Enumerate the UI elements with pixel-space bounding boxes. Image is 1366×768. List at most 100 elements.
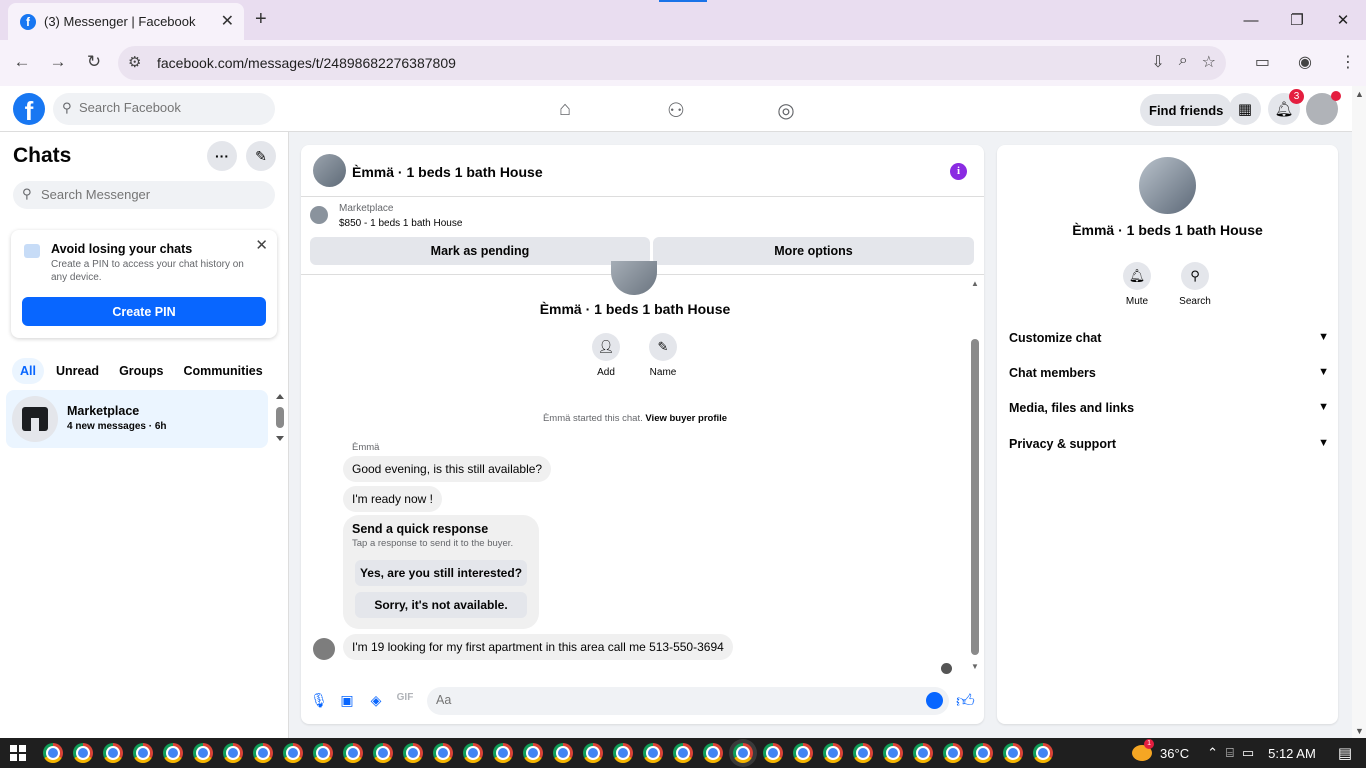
conversation-title[interactable]: Èmmä · 1 beds 1 bath House (352, 164, 543, 180)
chrome-app-icon[interactable] (193, 743, 213, 763)
minimize-icon[interactable]: — (1228, 0, 1274, 40)
filter-all[interactable]: All (12, 358, 44, 384)
new-tab-icon[interactable]: + (255, 8, 267, 31)
facebook-logo-icon[interactable]: f (13, 93, 45, 126)
info-icon[interactable]: i (950, 163, 967, 180)
chrome-app-icon[interactable] (793, 743, 813, 763)
conversation-row-marketplace[interactable]: Marketplace 4 new messages · 6h (6, 390, 268, 448)
close-window-icon[interactable]: ✕ (1320, 0, 1366, 40)
message-input[interactable] (436, 693, 916, 707)
bookmark-star-icon[interactable]: ☆ (1202, 52, 1216, 72)
chrome-app-icon[interactable] (103, 743, 123, 763)
zoom-icon[interactable]: ⌕ (1179, 52, 1188, 72)
filter-groups[interactable]: Groups (111, 358, 171, 384)
close-tab-icon[interactable]: ✕ (221, 11, 234, 31)
chrome-app-icon[interactable] (73, 743, 93, 763)
profile-icon[interactable]: ◉ (1298, 52, 1312, 72)
facebook-search[interactable]: ⚲ (53, 93, 275, 125)
contact-avatar[interactable] (313, 154, 346, 187)
install-app-icon[interactable]: ⇩ (1151, 52, 1164, 72)
new-message-icon[interactable]: ✎ (246, 141, 276, 171)
gif-icon[interactable]: GIF (396, 692, 414, 710)
notification-center-icon[interactable]: ▤ (1338, 744, 1352, 762)
chrome-app-icon[interactable] (1003, 743, 1023, 763)
chrome-app-icon[interactable] (853, 743, 873, 763)
scrollbar-thumb[interactable] (971, 339, 979, 655)
chrome-app-icon[interactable] (613, 743, 633, 763)
scroll-down-icon[interactable]: ▼ (970, 662, 980, 671)
chrome-app-icon[interactable] (283, 743, 303, 763)
temperature[interactable]: 36°C (1160, 746, 1189, 761)
facebook-search-input[interactable] (79, 100, 259, 115)
mute-action[interactable]: 🔔︎ Mute (1112, 262, 1162, 307)
close-icon[interactable]: ✕ (255, 236, 268, 254)
chat-list-scrollbar[interactable] (275, 394, 285, 444)
reload-icon[interactable]: ↻ (82, 52, 106, 72)
chrome-app-icon[interactable] (43, 743, 63, 763)
chrome-app-icon-active[interactable] (733, 743, 753, 763)
scroll-up-icon[interactable]: ▲ (970, 279, 980, 288)
chrome-app-icon[interactable] (163, 743, 183, 763)
browser-menu-icon[interactable]: ⋮ (1340, 52, 1356, 72)
view-buyer-profile-link[interactable]: View buyer profile (645, 413, 727, 424)
name-chat-action[interactable]: ✎ Name (638, 333, 688, 378)
chrome-app-icon[interactable] (433, 743, 453, 763)
chrome-app-icon[interactable] (403, 743, 423, 763)
chrome-app-icon[interactable] (343, 743, 363, 763)
sticker-icon[interactable]: ◈ (367, 692, 385, 710)
url-text[interactable]: facebook.com/messages/t/2489868227638780… (157, 55, 456, 71)
chrome-app-icon[interactable] (373, 743, 393, 763)
more-options-button[interactable]: More options (653, 237, 974, 265)
microphone-icon[interactable]: 🎙︎ (310, 692, 328, 710)
more-options-icon[interactable]: ··· (207, 141, 237, 171)
display-icon[interactable]: ▭ (1242, 745, 1254, 761)
chrome-app-icon[interactable] (553, 743, 573, 763)
privacy-support-section[interactable]: Privacy & support ▼ (1009, 437, 1329, 459)
page-scrollbar[interactable]: ▲ ▼ (1352, 86, 1366, 738)
chrome-app-icon[interactable] (523, 743, 543, 763)
chrome-app-icon[interactable] (913, 743, 933, 763)
browser-tab[interactable]: f (3) Messenger | Facebook ✕ (8, 3, 244, 40)
add-people-action[interactable]: 👤︎ Add (581, 333, 631, 378)
sender-avatar[interactable] (313, 638, 335, 660)
menu-grid-icon[interactable]: ▦ (1229, 93, 1261, 125)
chrome-app-icon[interactable] (313, 743, 333, 763)
chrome-app-icon[interactable] (253, 743, 273, 763)
chrome-app-icon[interactable] (823, 743, 843, 763)
mark-as-pending-button[interactable]: Mark as pending (310, 237, 650, 265)
filter-unread[interactable]: Unread (48, 358, 107, 384)
chrome-app-icon[interactable] (223, 743, 243, 763)
clock[interactable]: 5:12 AM (1268, 746, 1316, 761)
chrome-app-icon[interactable] (673, 743, 693, 763)
chrome-app-icon[interactable] (703, 743, 723, 763)
windows-start-icon[interactable] (10, 745, 26, 761)
chrome-app-icon[interactable] (883, 743, 903, 763)
weather-icon[interactable]: 1 (1132, 739, 1155, 761)
create-pin-button[interactable]: Create PIN (22, 297, 266, 326)
restore-icon[interactable]: ❐ (1274, 0, 1320, 40)
filter-communities[interactable]: Communities (176, 358, 271, 384)
chrome-app-icon[interactable] (763, 743, 783, 763)
home-icon[interactable]: ⌂ (553, 98, 577, 122)
scroll-up-icon[interactable]: ▲ (1355, 89, 1364, 99)
messenger-search-input[interactable] (41, 187, 261, 202)
thread-scrollbar[interactable]: ▲ ▼ (970, 279, 980, 671)
chrome-app-icon[interactable] (973, 743, 993, 763)
chrome-app-icon[interactable] (463, 743, 483, 763)
quick-response-option[interactable]: Sorry, it's not available. (355, 592, 527, 618)
details-avatar[interactable] (1139, 157, 1196, 214)
chrome-app-icon[interactable] (133, 743, 153, 763)
site-info-icon[interactable]: ⚙ (128, 53, 141, 71)
chrome-app-icon[interactable] (943, 743, 963, 763)
message-input-box[interactable] (427, 687, 949, 715)
find-friends-button[interactable]: Find friends (1140, 94, 1233, 126)
groups-icon[interactable]: ◎ (774, 98, 798, 122)
chrome-app-icon[interactable] (1033, 743, 1053, 763)
omnibox[interactable]: ⚙ facebook.com/messages/t/24898682276387… (118, 46, 1226, 80)
scroll-down-icon[interactable]: ▼ (1355, 726, 1364, 736)
media-files-links-section[interactable]: Media, files and links ▼ (1009, 401, 1329, 423)
account-avatar[interactable] (1306, 91, 1341, 125)
customize-chat-section[interactable]: Customize chat ▼ (1009, 331, 1329, 353)
chrome-app-icon[interactable] (643, 743, 663, 763)
emoji-icon[interactable] (926, 692, 943, 709)
